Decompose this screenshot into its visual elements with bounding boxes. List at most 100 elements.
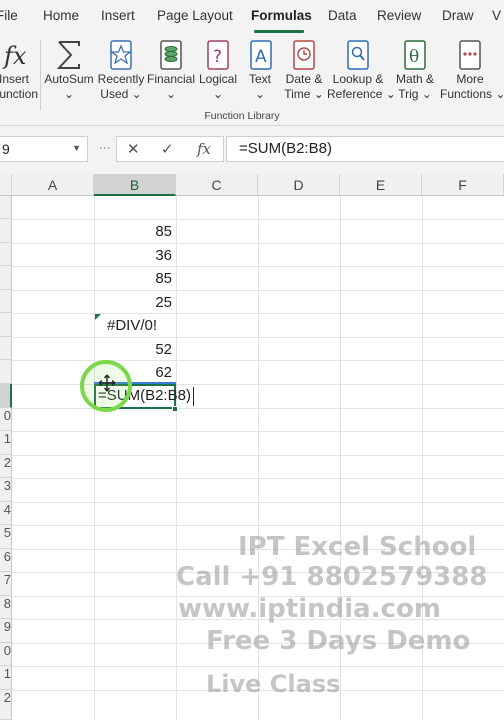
- tab-view[interactable]: V: [492, 8, 501, 23]
- more-book-icon: [459, 40, 481, 70]
- row-header[interactable]: [0, 290, 12, 313]
- date-time-label: Date &: [285, 72, 323, 86]
- row-header[interactable]: 6: [0, 549, 12, 572]
- cancel-icon[interactable]: ✕: [127, 140, 140, 158]
- star-icon: [110, 40, 132, 70]
- recently-used-button[interactable]: Recently Used ⌄: [96, 38, 146, 110]
- lookup-reference-button[interactable]: Lookup & Reference ⌄: [327, 38, 396, 110]
- date-time-label-2: Time ⌄: [284, 87, 324, 101]
- chevron-down-icon: ⌄: [254, 87, 266, 101]
- column-header-d[interactable]: D: [258, 174, 340, 196]
- row-header[interactable]: 7: [0, 572, 12, 596]
- math-trig-label-2: Trig ⌄: [398, 87, 432, 101]
- row-header[interactable]: [0, 313, 12, 337]
- row-header[interactable]: 2: [0, 690, 12, 720]
- column-header-f[interactable]: F: [422, 174, 504, 196]
- row-header[interactable]: 1: [0, 431, 12, 455]
- cell-b4[interactable]: 85: [94, 267, 172, 290]
- cell-b6[interactable]: #DIV/0!: [107, 314, 177, 337]
- row-header[interactable]: [0, 219, 12, 243]
- row-header-active[interactable]: [0, 384, 12, 408]
- ribbon-separator: [40, 40, 41, 110]
- tab-data[interactable]: Data: [328, 8, 357, 23]
- insert-function-icon[interactable]: fx: [197, 140, 211, 158]
- worksheet-grid[interactable]: A B C D E F 0 1 2 3 4 5 6 7 8 9 0 1 2 85: [0, 174, 504, 720]
- recently-used-label-2: Used ⌄: [100, 87, 142, 101]
- fx-icon: fx: [2, 42, 27, 70]
- question-book-icon: ?: [207, 40, 229, 70]
- formula-input[interactable]: =SUM(B2:B8): [226, 136, 504, 162]
- name-box[interactable]: 9 ▼: [0, 136, 88, 162]
- formula-bar-grip-icon[interactable]: ⋮: [98, 142, 112, 153]
- cell-b3[interactable]: 36: [94, 244, 172, 267]
- row-header[interactable]: 3: [0, 478, 12, 502]
- row-header[interactable]: [0, 243, 12, 266]
- logical-label: Logical: [198, 72, 238, 86]
- insert-function-label-2: Function: [0, 87, 39, 101]
- logical-button[interactable]: ? Logical ⌄: [197, 38, 239, 110]
- text-book-icon: A: [250, 40, 272, 70]
- text-label: Text: [248, 72, 271, 86]
- sigma-icon: [56, 41, 80, 69]
- date-time-button[interactable]: Date & Time ⌄: [282, 38, 326, 110]
- lookup-reference-label-2: Reference ⌄: [327, 87, 396, 101]
- move-cursor-icon: [98, 374, 116, 392]
- row-header[interactable]: 0: [0, 643, 12, 666]
- column-header-a[interactable]: A: [12, 174, 94, 196]
- tab-page-layout[interactable]: Page Layout: [157, 8, 233, 23]
- chevron-down-icon: ⌄: [63, 87, 75, 101]
- tab-formulas[interactable]: Formulas: [251, 8, 312, 23]
- row-header[interactable]: [0, 337, 12, 360]
- recently-used-label: Recently: [97, 72, 145, 86]
- tab-draw[interactable]: Draw: [442, 8, 474, 23]
- row-header[interactable]: [0, 360, 12, 384]
- lookup-reference-label: Lookup &: [332, 72, 384, 86]
- row-header[interactable]: 2: [0, 455, 12, 478]
- insert-function-button[interactable]: fx Insert Function: [0, 38, 39, 110]
- svg-text:?: ?: [213, 47, 222, 67]
- ribbon-formulas: fx Insert Function AutoSum ⌄ Recently Us…: [0, 34, 504, 126]
- insert-function-label: Insert: [0, 72, 29, 86]
- watermark-website: www.iptindia.com: [178, 594, 441, 624]
- tab-insert[interactable]: Insert: [101, 8, 135, 23]
- active-tab-indicator: [254, 30, 304, 33]
- row-header[interactable]: 8: [0, 596, 12, 619]
- chevron-down-icon[interactable]: ▼: [72, 143, 81, 153]
- tab-home[interactable]: Home: [43, 8, 79, 23]
- financial-button[interactable]: Financial ⌄: [147, 38, 195, 110]
- text-button[interactable]: A Text ⌄: [241, 38, 279, 110]
- column-header-e[interactable]: E: [340, 174, 422, 196]
- name-box-value: 9: [2, 141, 10, 157]
- math-trig-button[interactable]: θ Math & Trig ⌄: [393, 38, 437, 110]
- more-functions-button[interactable]: More Functions ⌄: [440, 38, 504, 110]
- more-functions-label: More: [456, 72, 484, 86]
- svg-text:A: A: [255, 47, 267, 67]
- error-indicator-icon[interactable]: [95, 314, 101, 320]
- gridline: [176, 196, 177, 720]
- autosum-button[interactable]: AutoSum ⌄: [43, 38, 95, 110]
- tab-review[interactable]: Review: [377, 8, 421, 23]
- coins-icon: [160, 40, 182, 70]
- cell-b2[interactable]: 85: [94, 220, 172, 243]
- row-header[interactable]: 5: [0, 525, 12, 549]
- tab-file[interactable]: File: [0, 8, 18, 23]
- autosum-label: AutoSum: [44, 72, 94, 86]
- row-header[interactable]: 9: [0, 619, 12, 643]
- column-header-b[interactable]: B: [94, 174, 176, 196]
- chevron-down-icon: ⌄: [165, 87, 177, 101]
- cell-b5[interactable]: 25: [94, 291, 172, 314]
- row-header[interactable]: 4: [0, 502, 12, 525]
- ribbon-tabs: File Home Insert Page Layout Formulas Da…: [0, 0, 504, 34]
- theta-book-icon: θ: [404, 40, 426, 70]
- watermark-phone: Call +91 8802579388: [176, 562, 488, 592]
- financial-label: Financial: [147, 72, 196, 86]
- column-header-c[interactable]: C: [176, 174, 258, 196]
- row-header[interactable]: [0, 266, 12, 290]
- cell-b7[interactable]: 52: [94, 338, 172, 361]
- enter-icon[interactable]: ✓: [161, 140, 174, 158]
- fill-handle[interactable]: [172, 406, 178, 412]
- select-all-corner[interactable]: [0, 174, 12, 196]
- row-header[interactable]: 0: [0, 408, 12, 431]
- row-header[interactable]: [0, 196, 12, 219]
- row-header[interactable]: 1: [0, 666, 12, 690]
